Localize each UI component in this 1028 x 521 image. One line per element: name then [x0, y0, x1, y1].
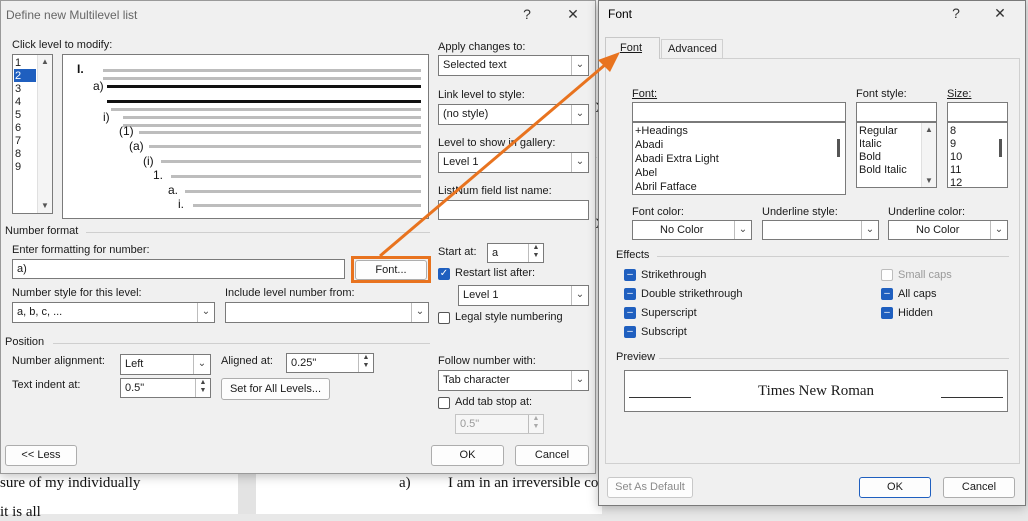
annotation-arrow-line — [379, 62, 607, 258]
annotation-arrow — [379, 52, 620, 258]
